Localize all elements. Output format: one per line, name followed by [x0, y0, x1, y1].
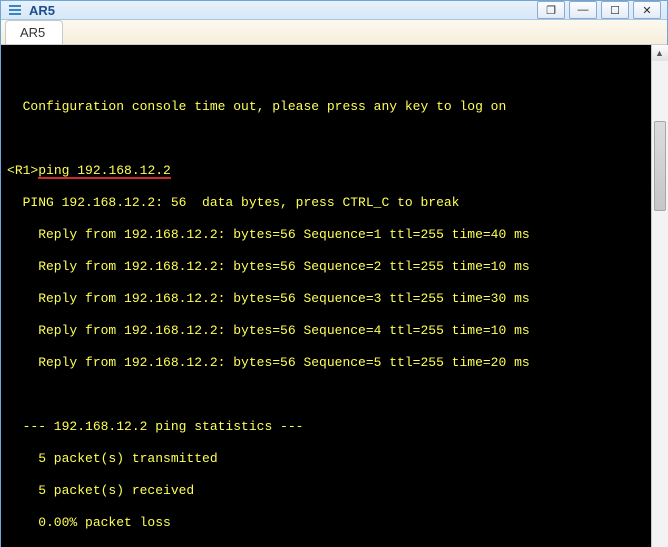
window-title: AR5	[29, 3, 55, 18]
window-controls: ❐ — ☐ ✕	[537, 1, 667, 19]
tab-label: AR5	[20, 25, 45, 40]
terminal-line: --- 192.168.12.2 ping statistics ---	[7, 419, 645, 435]
app-icon	[7, 2, 23, 18]
prompt-host: R1	[15, 163, 31, 178]
tab-ar5[interactable]: AR5	[5, 20, 63, 44]
terminal-wrap: Configuration console time out, please p…	[1, 45, 667, 547]
terminal-line: PING 192.168.12.2: 56 data bytes, press …	[7, 195, 645, 211]
terminal-line: Reply from 192.168.12.2: bytes=56 Sequen…	[7, 355, 645, 371]
terminal-line: 5 packet(s) received	[7, 483, 645, 499]
restore-button[interactable]: ❐	[537, 1, 565, 19]
terminal[interactable]: Configuration console time out, please p…	[1, 45, 651, 547]
command-text: ping 192.168.12.2	[38, 163, 171, 178]
terminal-line: Reply from 192.168.12.2: bytes=56 Sequen…	[7, 259, 645, 275]
terminal-line: <R1>ping 192.168.12.2	[7, 163, 645, 179]
maximize-button[interactable]: ☐	[601, 1, 629, 19]
prompt-open: <	[7, 163, 15, 178]
scroll-thumb[interactable]	[654, 121, 666, 211]
terminal-line: Reply from 192.168.12.2: bytes=56 Sequen…	[7, 323, 645, 339]
vertical-scrollbar[interactable]: ▲ ▼	[651, 45, 667, 547]
close-button[interactable]: ✕	[633, 1, 661, 19]
scroll-track[interactable]	[652, 61, 668, 547]
terminal-line: Reply from 192.168.12.2: bytes=56 Sequen…	[7, 291, 645, 307]
tab-strip: AR5	[1, 20, 667, 45]
titlebar[interactable]: AR5 ❐ — ☐ ✕	[1, 1, 667, 20]
scroll-up-button[interactable]: ▲	[652, 45, 668, 61]
app-window: AR5 ❐ — ☐ ✕ AR5 Configuration console ti…	[0, 0, 668, 547]
terminal-line: Reply from 192.168.12.2: bytes=56 Sequen…	[7, 227, 645, 243]
terminal-line	[7, 387, 645, 403]
terminal-line: 0.00% packet loss	[7, 515, 645, 531]
terminal-line: Configuration console time out, please p…	[7, 99, 645, 115]
minimize-button[interactable]: —	[569, 1, 597, 19]
terminal-line	[7, 131, 645, 147]
terminal-line	[7, 67, 645, 83]
terminal-line: 5 packet(s) transmitted	[7, 451, 645, 467]
